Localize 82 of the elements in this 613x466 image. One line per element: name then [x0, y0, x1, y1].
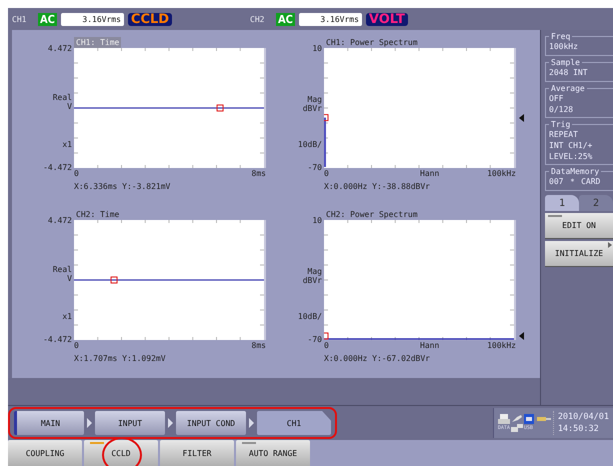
breadcrumb-tab[interactable]: CH1	[257, 411, 331, 435]
plot-title: CH1: Time	[74, 37, 122, 48]
printer-icon	[498, 414, 510, 424]
panel-value: 2048 INT	[549, 67, 589, 78]
panel-title: Freq	[550, 32, 572, 41]
cursor-marker[interactable]	[216, 104, 224, 112]
range-field: 3.16Vrms	[298, 12, 362, 26]
menu-button[interactable]: EDIT ON	[545, 213, 613, 239]
breadcrumb-tab[interactable]: INPUT COND	[176, 411, 246, 435]
coupling-badge: AC	[276, 12, 295, 26]
coupling-badge: AC	[38, 12, 57, 26]
level-marker-icon	[519, 332, 524, 340]
cursor-marker[interactable]	[324, 332, 328, 340]
axis-label: Hann	[420, 168, 440, 179]
axis-label: 10dB/	[298, 140, 322, 149]
cursor-readout: X:6.336ms Y:-3.821mV	[74, 181, 172, 193]
axis-label: 10	[312, 44, 322, 53]
cursor-marker[interactable]	[110, 276, 118, 284]
axis-label: Hann	[420, 340, 440, 351]
axis-label: 0	[74, 168, 79, 180]
axis-label: 100kHz	[487, 168, 516, 180]
axis-label: -4.472	[43, 163, 72, 172]
breadcrumb-tab[interactable]: MAIN	[14, 411, 84, 435]
panel-title: Trig	[550, 120, 572, 129]
axis-label: 0	[324, 168, 329, 180]
time-text: 14:50:32	[558, 423, 600, 435]
panel-title: DataMemory	[550, 167, 600, 176]
cursor-readout: X:0.000Hz Y:-67.02dBVr	[324, 353, 431, 365]
axis-label: 4.472	[48, 44, 72, 53]
connector-icon	[536, 415, 551, 423]
axis-label: 0	[74, 340, 79, 352]
axis-label: 8ms	[252, 340, 266, 352]
axis-label: Real V	[52, 265, 72, 283]
panel-value: 0/128	[549, 104, 574, 115]
panel-value: REPEAT	[549, 129, 579, 140]
axis-label: 10dB/	[298, 312, 322, 321]
axis-label: 8ms	[252, 168, 266, 180]
panel-value: 100kHz	[549, 41, 579, 52]
cursor-readout: X:1.707ms Y:1.092mV	[74, 353, 167, 365]
axis-label: Mag dBVr	[302, 267, 322, 286]
panel-value: OFF	[549, 93, 564, 104]
function-key[interactable]: CCLD	[84, 440, 158, 466]
card-icon	[524, 414, 534, 424]
axis-label: Mag dBVr	[302, 95, 322, 114]
axis-label: 0	[324, 340, 329, 352]
axis-label: -4.472	[43, 335, 72, 344]
axis-label: -70	[308, 163, 322, 172]
cursor-readout: X:0.000Hz Y:-38.88dBVr	[324, 181, 431, 193]
function-key[interactable]: AUTO RANGE	[236, 440, 310, 466]
date-text: 2010/04/01	[558, 411, 609, 423]
panel-title: Sample	[550, 58, 581, 67]
panel-value: LEVEL:25%	[549, 151, 594, 162]
axis-label: x1	[62, 140, 72, 149]
mode-badge: CCLD	[128, 12, 172, 26]
plot-title: CH1: Power Spectrum	[325, 37, 419, 48]
plot-title: CH2: Power Spectrum	[325, 209, 419, 220]
panel-value: 007 ＊ CARD	[549, 176, 602, 187]
network-icon	[510, 424, 523, 432]
page-tab[interactable]: 1	[545, 195, 579, 211]
function-key[interactable]: COUPLING	[8, 440, 82, 466]
panel-title: Average	[550, 84, 586, 93]
menu-button[interactable]: INITIALIZE	[545, 241, 613, 267]
probe-icon	[510, 414, 523, 424]
plot-title: CH2: Time	[75, 209, 120, 220]
indicator-light	[90, 442, 104, 444]
cursor-marker[interactable]	[324, 114, 328, 122]
axis-label: Real V	[52, 93, 72, 111]
mode-badge: VOLT	[366, 12, 408, 26]
channel-label: CH2	[250, 14, 266, 24]
axis-label: 10	[312, 216, 322, 225]
breadcrumb-tab[interactable]: INPUT	[95, 411, 165, 435]
range-field: 3.16Vrms	[60, 12, 124, 26]
trace-line	[324, 118, 326, 167]
axis-label: 4.472	[48, 216, 72, 225]
axis-label: 100kHz	[487, 340, 516, 352]
level-marker-icon	[519, 114, 524, 122]
indicator-light	[242, 442, 256, 444]
channel-label: CH1	[12, 14, 28, 24]
axis-label: x1	[62, 312, 72, 321]
panel-value: INT CH1/+	[549, 140, 594, 151]
axis-label: -70	[308, 335, 322, 344]
function-key[interactable]: FILTER	[160, 440, 234, 466]
